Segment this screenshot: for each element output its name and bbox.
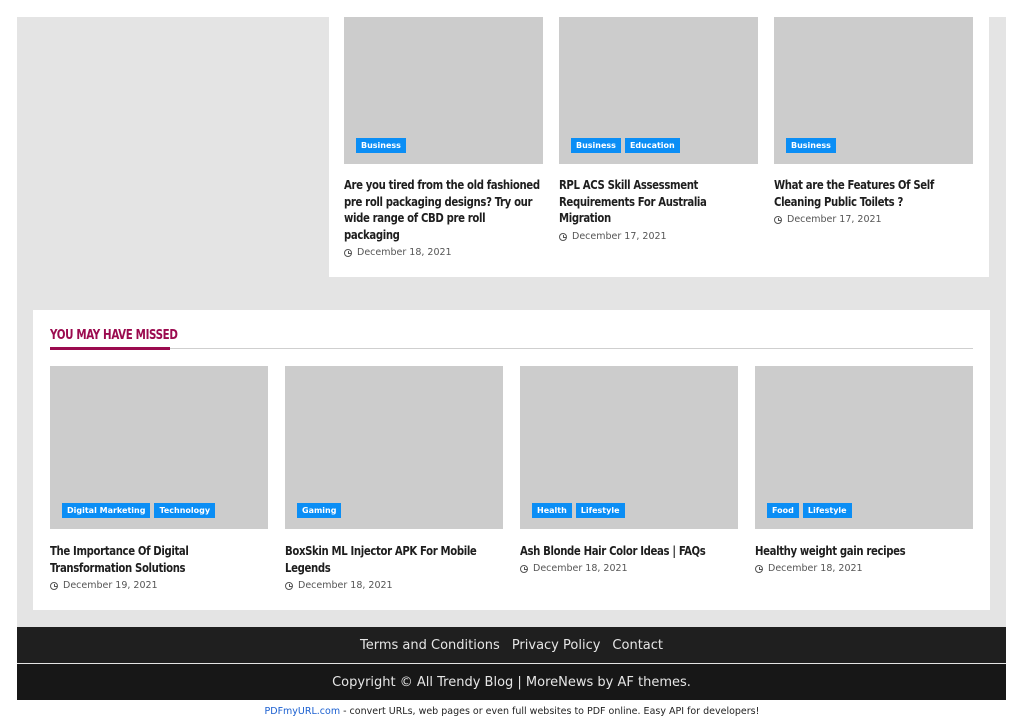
related-post-card[interactable]: Business What are the Features Of Self C… (774, 17, 973, 267)
post-date: December 19, 2021 (50, 580, 158, 591)
footer-link-contact[interactable]: Contact (612, 638, 663, 653)
post-title[interactable]: Ash Blonde Hair Color Ideas | FAQs (520, 543, 736, 560)
clock-icon (755, 564, 763, 573)
category-badge[interactable]: Digital Marketing (62, 503, 151, 518)
related-posts-section: Business Are you tired from the old fash… (329, 17, 989, 277)
section-heading: YOU MAY HAVE MISSED (50, 328, 178, 343)
post-date-text: December 18, 2021 (298, 580, 393, 591)
copyright-text: Copyright © All Trendy Blog | MoreNews b… (17, 664, 1006, 700)
pdfmyurl-link[interactable]: PDFmyURL.com (265, 706, 341, 717)
footer-link-terms[interactable]: Terms and Conditions (360, 638, 500, 653)
post-date-text: December 18, 2021 (357, 247, 452, 258)
missed-post-card[interactable]: Gaming BoxSkin ML Injector APK For Mobil… (285, 366, 503, 596)
clock-icon (774, 215, 782, 224)
category-badge[interactable]: Business (786, 138, 836, 153)
related-post-card[interactable]: Business Education RPL ACS Skill Assessm… (559, 17, 758, 267)
post-date: December 18, 2021 (344, 247, 452, 258)
post-date: December 18, 2021 (755, 563, 863, 574)
page-wrapper: Business Are you tired from the old fash… (17, 17, 1006, 700)
category-badge[interactable]: Food (767, 503, 799, 518)
post-date-text: December 17, 2021 (572, 231, 667, 242)
footer-link-privacy[interactable]: Privacy Policy (512, 638, 601, 653)
category-badges: Digital Marketing Technology (62, 503, 216, 518)
pdf-banner: PDFmyURL.com - convert URLs, web pages o… (0, 706, 1024, 717)
post-date: December 18, 2021 (520, 563, 628, 574)
section-heading-underline (50, 347, 170, 350)
category-badge[interactable]: Business (356, 138, 406, 153)
you-may-have-missed-section: YOU MAY HAVE MISSED Digital Marketing Te… (33, 310, 990, 610)
category-badge[interactable]: Education (624, 138, 680, 153)
category-badge[interactable]: Lifestyle (575, 503, 625, 518)
section-divider (50, 348, 973, 349)
category-badge[interactable]: Technology (154, 503, 216, 518)
clock-icon (559, 232, 567, 241)
post-title[interactable]: Healthy weight gain recipes (755, 543, 971, 560)
post-date-text: December 17, 2021 (787, 214, 882, 225)
category-badges: Business Education (571, 138, 680, 153)
clock-icon (344, 248, 352, 257)
clock-icon (285, 581, 293, 590)
category-badges: Gaming (297, 503, 342, 518)
footer-menu: Terms and Conditions Privacy Policy Cont… (17, 627, 1006, 663)
clock-icon (520, 564, 528, 573)
post-title[interactable]: RPL ACS Skill Assessment Requirements Fo… (559, 177, 748, 227)
category-badge[interactable]: Lifestyle (802, 503, 852, 518)
pdf-banner-text: - convert URLs, web pages or even full w… (340, 706, 760, 717)
missed-post-card[interactable]: Digital Marketing Technology The Importa… (50, 366, 268, 596)
post-date: December 17, 2021 (774, 214, 882, 225)
related-post-card[interactable]: Business Are you tired from the old fash… (344, 17, 543, 267)
post-title[interactable]: The Importance Of Digital Transformation… (50, 543, 230, 576)
post-date: December 17, 2021 (559, 231, 667, 242)
post-date: December 18, 2021 (285, 580, 393, 591)
category-badges: Business (786, 138, 836, 153)
category-badges: Food Lifestyle (767, 503, 852, 518)
post-title[interactable]: BoxSkin ML Injector APK For Mobile Legen… (285, 543, 488, 576)
category-badges: Health Lifestyle (532, 503, 625, 518)
missed-post-card[interactable]: Health Lifestyle Ash Blonde Hair Color I… (520, 366, 738, 596)
post-title[interactable]: What are the Features Of Self Cleaning P… (774, 177, 963, 210)
category-badges: Business (356, 138, 406, 153)
post-date-text: December 18, 2021 (533, 563, 628, 574)
category-badge[interactable]: Gaming (297, 503, 342, 518)
post-date-text: December 18, 2021 (768, 563, 863, 574)
category-badge[interactable]: Business (571, 138, 621, 153)
category-badge[interactable]: Health (532, 503, 572, 518)
clock-icon (50, 581, 58, 590)
post-title[interactable]: Are you tired from the old fashioned pre… (344, 177, 540, 243)
missed-post-card[interactable]: Food Lifestyle Healthy weight gain recip… (755, 366, 973, 596)
post-date-text: December 19, 2021 (63, 580, 158, 591)
